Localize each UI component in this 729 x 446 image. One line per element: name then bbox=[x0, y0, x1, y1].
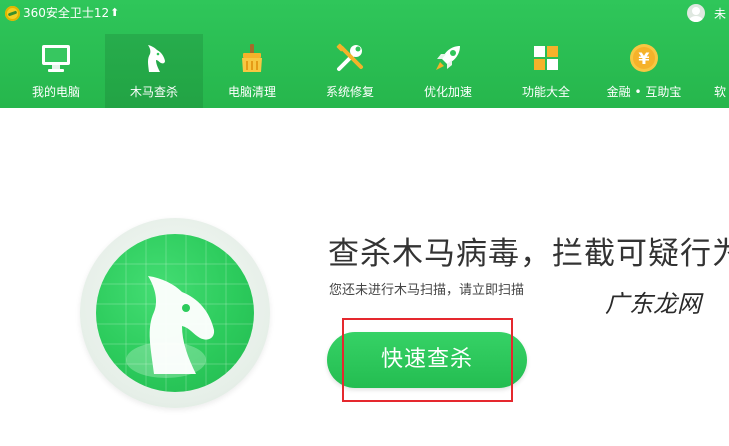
nav-item-trojan-scan[interactable]: 木马查杀 bbox=[105, 34, 203, 108]
nav-item-label: 我的电脑 bbox=[31, 85, 80, 99]
nav-item-label: 木马查杀 bbox=[129, 85, 178, 99]
login-link[interactable]: 未 bbox=[714, 6, 726, 22]
trojan-scan-panel: 查杀木马病毒，拦截可疑行为 您还未进行木马扫描，请立即扫描 快速查杀 bbox=[0, 108, 729, 446]
emblem-grid bbox=[96, 234, 254, 392]
nav-item-speedup[interactable]: 优化加速 bbox=[399, 34, 497, 108]
yuan-coin-icon: ¥ bbox=[630, 44, 658, 72]
svg-text:¥: ¥ bbox=[638, 49, 649, 68]
upgrade-arrow-icon[interactable]: ⬆ bbox=[110, 6, 119, 20]
nav-item-my-computer[interactable]: 我的电脑 bbox=[7, 34, 105, 108]
top-header: 360安全卫士12 ⬆ 未 我的电脑 木马查杀 电脑清理 系统修复 优化加速 功… bbox=[0, 0, 729, 108]
broom-icon bbox=[242, 44, 262, 72]
user-avatar-icon[interactable] bbox=[687, 4, 705, 22]
nav-item-label: 优化加速 bbox=[423, 85, 472, 99]
app-title: 360安全卫士12 bbox=[23, 6, 110, 20]
page-headline: 查杀木马病毒，拦截可疑行为 bbox=[328, 236, 729, 272]
nav-item-label: 功能大全 bbox=[521, 85, 570, 99]
apps-grid-icon bbox=[534, 46, 558, 70]
nav-item-software[interactable]: 软 bbox=[693, 34, 729, 108]
rocket-icon bbox=[436, 46, 460, 70]
nav-item-finance[interactable]: ¥ 金融 • 互助宝 bbox=[595, 34, 693, 108]
annotation-highlight-box bbox=[342, 318, 513, 402]
nav-item-label: 系统修复 bbox=[325, 85, 374, 99]
nav-item-system-repair[interactable]: 系统修复 bbox=[301, 34, 399, 108]
nav-item-label: 软 bbox=[714, 85, 727, 99]
trojan-horse-emblem-icon bbox=[96, 234, 254, 392]
nav-item-label: 电脑清理 bbox=[227, 85, 276, 99]
tools-icon bbox=[336, 43, 363, 71]
horse-icon bbox=[148, 45, 165, 72]
scan-status-text: 您还未进行木马扫描，请立即扫描 bbox=[329, 283, 525, 298]
title-bar: 360安全卫士12 ⬆ 未 bbox=[0, 0, 729, 28]
main-nav: 我的电脑 木马查杀 电脑清理 系统修复 优化加速 功能大全 ¥ 金融 • 互助宝… bbox=[0, 34, 729, 108]
monitor-icon bbox=[42, 45, 70, 72]
360-logo-icon bbox=[5, 6, 20, 21]
nav-item-all-features[interactable]: 功能大全 bbox=[497, 34, 595, 108]
site-watermark: 广东龙网 bbox=[605, 290, 701, 318]
nav-item-cleanup[interactable]: 电脑清理 bbox=[203, 34, 301, 108]
nav-item-label: 金融 • 互助宝 bbox=[606, 85, 682, 99]
